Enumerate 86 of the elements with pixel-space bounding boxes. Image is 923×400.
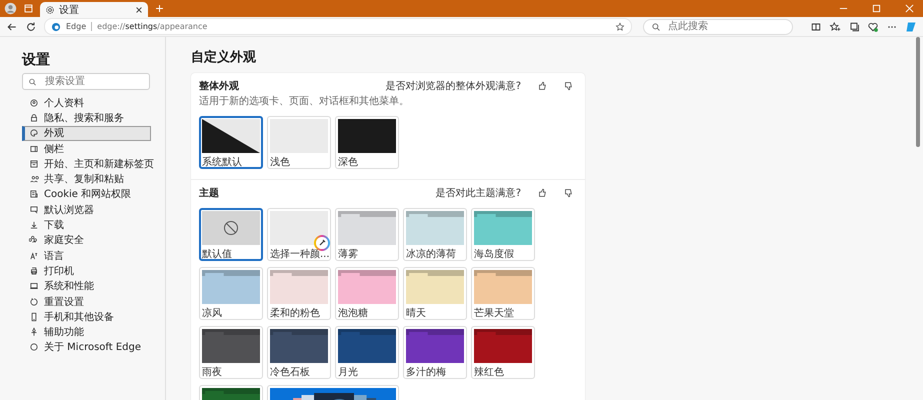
printer-icon	[29, 266, 39, 276]
browser-logo-icon	[51, 22, 61, 32]
section-description: 适用于新的选项卡、页面、对话框和其他菜单。	[199, 94, 410, 108]
laptop-icon	[29, 281, 39, 292]
dark-mode-preview	[338, 119, 396, 153]
sidebar-item[interactable]: 关于 Microsoft Edge	[22, 340, 161, 356]
sidebar-item[interactable]: 共享、复制和粘贴	[22, 171, 161, 187]
theme-tile[interactable]: 晴天	[403, 267, 467, 320]
theme-tile[interactable]: 选择一种颜...	[267, 208, 331, 261]
theme-tile[interactable]: 默认值	[199, 208, 263, 261]
theme-tile[interactable]: 辣红色	[471, 326, 535, 379]
sidebar-item[interactable]: 外观	[22, 126, 151, 141]
theme-tile[interactable]: 月光	[335, 326, 399, 379]
theme-tile[interactable]: 海岛度假	[471, 208, 535, 261]
settings-icon	[45, 4, 55, 14]
accessibility-icon	[29, 327, 39, 338]
section-title: 整体外观	[199, 80, 239, 93]
theme-tile[interactable]: 芒果天堂	[471, 267, 535, 320]
reset-icon	[29, 296, 39, 306]
appearance-option[interactable]: 系统默认	[199, 116, 263, 169]
thumbs-up-icon[interactable]	[537, 81, 547, 91]
url-text: edge://settings/appearance	[97, 22, 208, 31]
sidebar-icon	[29, 144, 39, 154]
browser-tab[interactable]: 设置	[40, 2, 148, 17]
refresh-icon[interactable]	[25, 20, 37, 32]
sidebar-item[interactable]: 隐私、搜索和服务	[22, 110, 161, 126]
sidebar-item[interactable]: 打印机	[22, 263, 161, 279]
star-icon[interactable]	[615, 22, 625, 32]
tab-title: 设置	[59, 4, 80, 16]
feedback-question: 是否对浏览器的整体外观满意?	[386, 80, 521, 93]
sidebar-item[interactable]: 开始、主页和新建标签页	[22, 156, 161, 172]
favorites-icon[interactable]	[829, 20, 841, 32]
sidebar-item[interactable]: 重置设置	[22, 294, 161, 310]
theme-tile[interactable]: 冷色石板	[267, 326, 331, 379]
theme-tile[interactable]: 泡泡糖	[335, 267, 399, 320]
feedback-question: 是否对此主题满意?	[436, 186, 521, 200]
share-icon	[29, 174, 39, 184]
sidebar-item[interactable]: 个人资料	[22, 95, 161, 110]
appearance-option[interactable]: 深色	[335, 116, 399, 169]
home-icon	[29, 158, 39, 169]
sidebar-item[interactable]: 语言	[22, 248, 161, 264]
sidebar-item[interactable]: 系统和性能	[22, 278, 161, 294]
settings-search-field[interactable]: 搜索设置	[22, 73, 150, 90]
search-icon	[28, 77, 37, 86]
scrollbar-thumb[interactable]	[916, 37, 920, 147]
thumbs-down-icon[interactable]	[563, 188, 573, 198]
maximize-icon[interactable]	[872, 4, 881, 13]
theme-tile[interactable]: 薄雾	[335, 208, 399, 261]
profile-icon	[29, 98, 39, 108]
sidebar-item[interactable]: Cookie 和网站权限	[22, 186, 161, 202]
sidebar-item[interactable]: 侧栏	[22, 140, 161, 156]
palette-icon	[29, 128, 39, 138]
thumbs-down-icon[interactable]	[563, 81, 573, 91]
split-mode-preview	[202, 119, 260, 153]
sidebar-item[interactable]: 手机和其他设备	[22, 309, 161, 324]
thumbs-up-icon[interactable]	[537, 188, 547, 198]
close-icon[interactable]	[135, 6, 143, 14]
no-symbol-icon	[223, 220, 239, 236]
language-icon	[29, 250, 39, 261]
avatar-icon[interactable]	[4, 2, 17, 15]
collections-icon[interactable]	[848, 20, 860, 32]
family-icon	[29, 235, 39, 246]
lock-icon	[29, 112, 39, 123]
sidebar-item[interactable]: 下载	[22, 217, 161, 233]
search-field[interactable]: 点此搜索	[643, 18, 793, 34]
search-icon	[651, 22, 661, 32]
light-mode-preview	[270, 119, 328, 153]
site-label: Edge	[66, 22, 86, 31]
sidebar-item[interactable]: 辅助功能	[22, 324, 161, 340]
theme-tile[interactable]: 多汁的梅	[403, 326, 467, 379]
section-title: 主题	[199, 186, 219, 200]
theme-tile[interactable]: 雨夜	[199, 326, 263, 379]
phone-icon	[29, 312, 39, 322]
theme-tile[interactable]: 柔和的粉色	[267, 267, 331, 320]
split-screen-icon[interactable]	[810, 20, 822, 32]
sidebar-item[interactable]: 默认浏览器	[22, 202, 161, 218]
sidebar-item[interactable]: 家庭安全	[22, 232, 161, 248]
address-bar[interactable]: Edge edge://settings/appearance	[44, 18, 632, 35]
tab-actions-icon[interactable]	[23, 3, 34, 14]
page-title: 自定义外观	[191, 49, 256, 67]
theme-tile[interactable]: 冰凉的薄荷	[403, 208, 467, 261]
theme-tile[interactable]: 凉风	[199, 267, 263, 320]
download-icon	[29, 220, 39, 230]
appearance-option[interactable]: 浅色	[267, 116, 331, 169]
new-tab-icon[interactable]	[154, 3, 165, 14]
sidebar-title: 设置	[22, 51, 51, 69]
